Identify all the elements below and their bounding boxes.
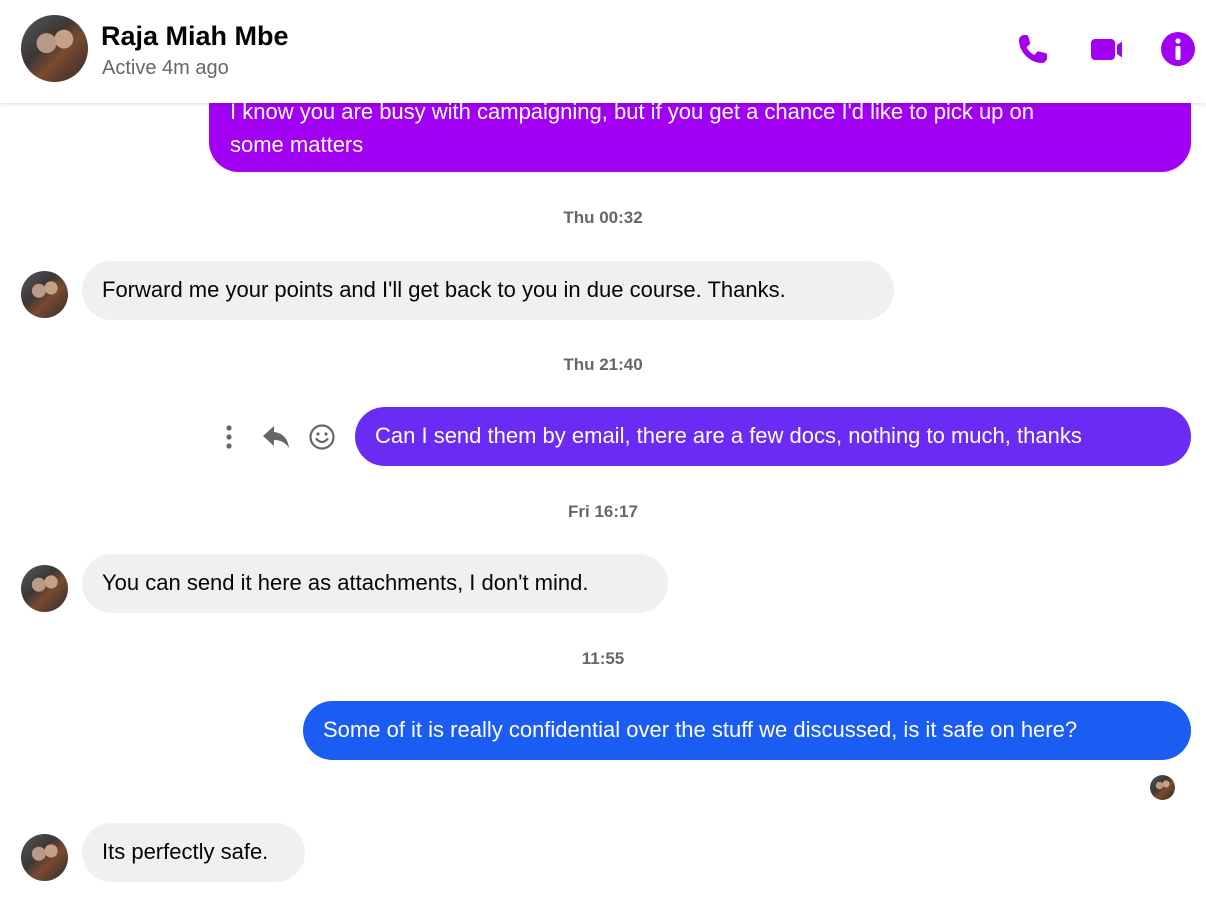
conversation-header: Raja Miah Mbe Active 4m ago xyxy=(0,0,1206,103)
timestamp: Thu 21:40 xyxy=(563,355,643,374)
avatar[interactable] xyxy=(21,565,68,612)
incoming-message[interactable]: You can send it here as attachments, I d… xyxy=(82,554,668,613)
timestamp: 11:55 xyxy=(581,649,625,668)
read-receipt-avatar xyxy=(1150,775,1175,800)
phone-icon[interactable] xyxy=(1015,31,1051,67)
timestamp: Fri 16:17 xyxy=(568,502,638,521)
info-icon[interactable] xyxy=(1160,31,1196,67)
active-status: Active 4m ago xyxy=(102,57,229,79)
contact-avatar[interactable] xyxy=(21,15,88,82)
avatar[interactable] xyxy=(21,271,68,318)
outgoing-message[interactable]: Can I send them by email, there are a fe… xyxy=(355,407,1191,466)
outgoing-message[interactable]: Some of it is really confidential over t… xyxy=(303,701,1191,760)
timestamp: Thu 00:32 xyxy=(563,208,643,227)
reply-icon[interactable] xyxy=(261,423,291,451)
incoming-message[interactable]: Forward me your points and I'll get back… xyxy=(82,261,894,320)
message-text-line: some matters xyxy=(230,132,364,157)
message-thread: I know you are busy with campaigning, bu… xyxy=(0,0,1206,915)
more-options-icon[interactable] xyxy=(219,424,239,450)
incoming-message[interactable]: Its perfectly safe. xyxy=(82,823,305,882)
avatar[interactable] xyxy=(21,834,68,881)
video-camera-icon[interactable] xyxy=(1089,31,1125,67)
react-emoji-icon[interactable] xyxy=(308,423,336,451)
contact-name[interactable]: Raja Miah Mbe xyxy=(101,21,289,52)
